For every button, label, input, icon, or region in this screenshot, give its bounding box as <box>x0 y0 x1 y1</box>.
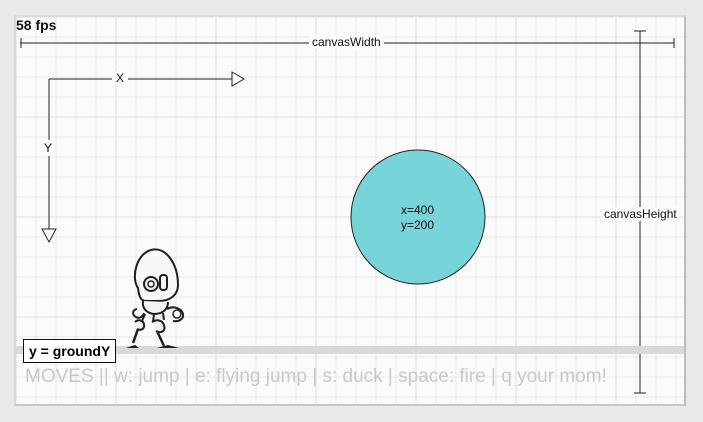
ball-x-label: x=400 <box>401 203 435 217</box>
ground-y-label: y = groundY <box>23 339 117 363</box>
canvas-width-label: canvasWidth <box>309 35 384 49</box>
moves-instructions: MOVES || w: jump | e: flying jump | s: d… <box>25 366 607 387</box>
ball <box>350 149 486 285</box>
x-axis-arrowhead-icon <box>231 71 245 87</box>
fps-counter: 58 fps <box>16 17 57 33</box>
y-axis-label: Y <box>42 140 55 156</box>
ball-y-label: y=200 <box>401 218 435 232</box>
x-axis-label: X <box>112 71 129 85</box>
robot-player-sprite <box>126 248 185 348</box>
game-stage: 58 fps canvasWidth X Y canvasHeight x=40… <box>0 0 703 422</box>
canvas-height-label: canvasHeight <box>602 207 679 221</box>
y-axis-arrowhead-icon <box>41 228 57 244</box>
